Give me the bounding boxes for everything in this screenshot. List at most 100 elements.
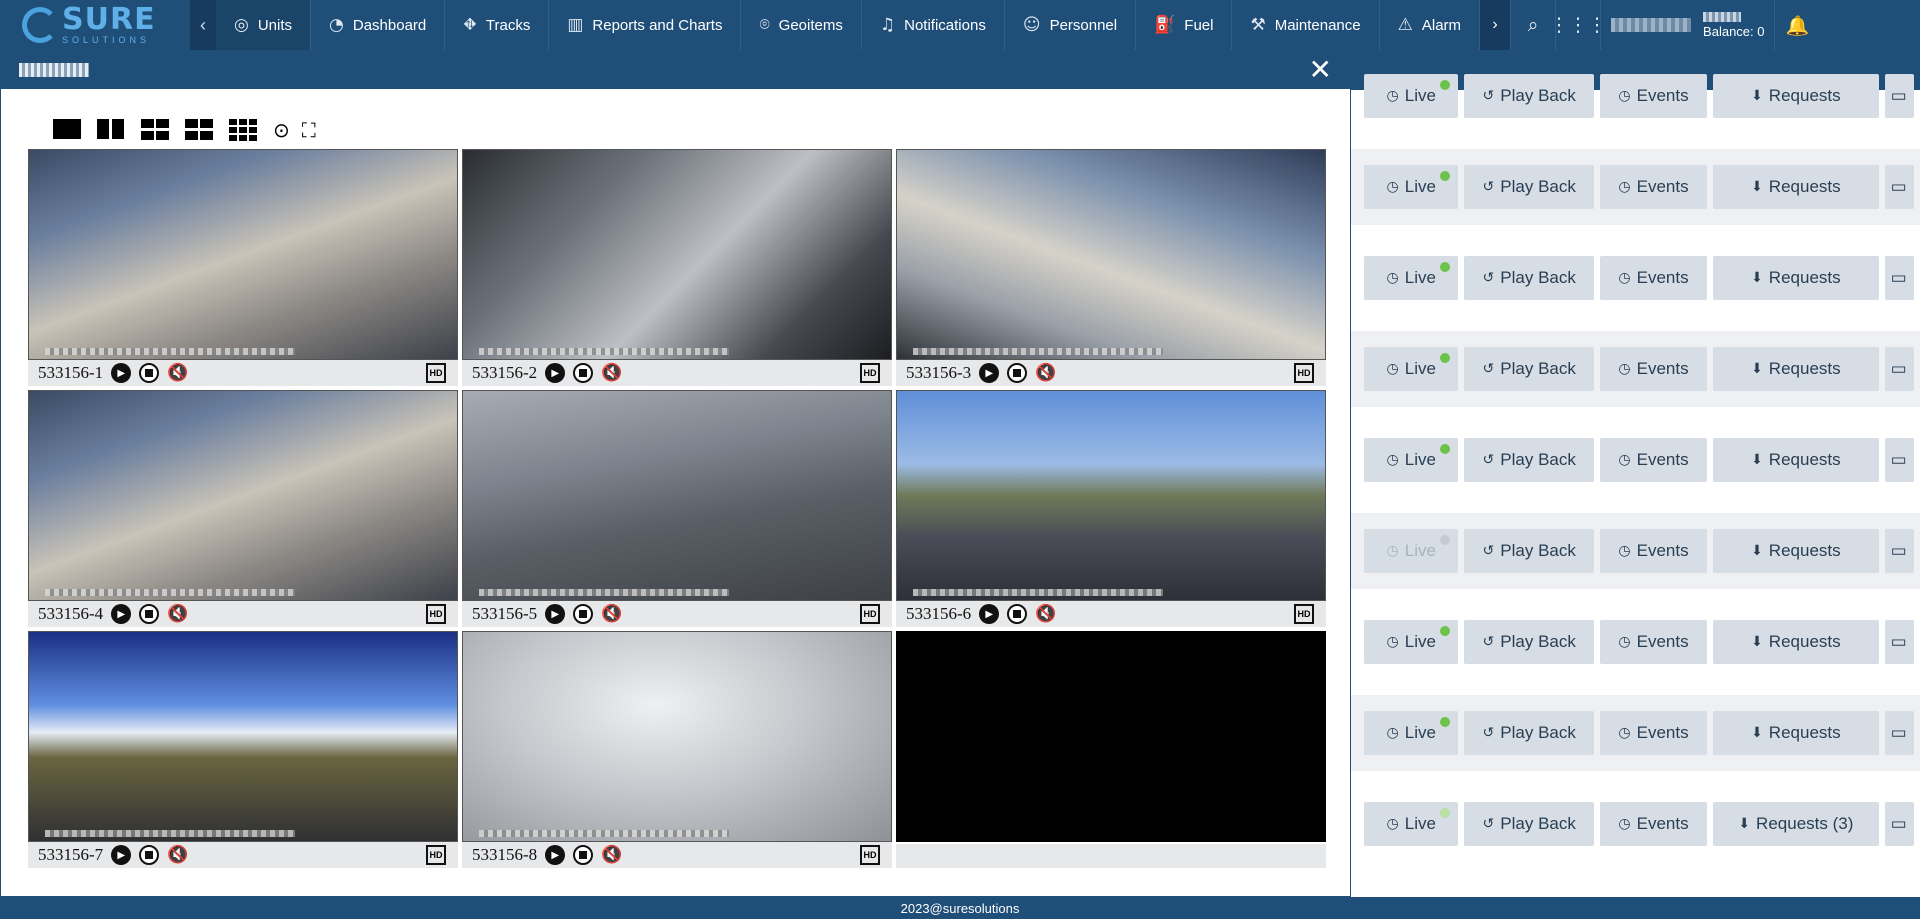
playback-button[interactable]: ↺ Play Back	[1464, 256, 1594, 300]
playback-button[interactable]: ↺ Play Back	[1464, 347, 1594, 391]
search-button[interactable]: ⌕	[1510, 0, 1555, 50]
stop-icon[interactable]	[139, 604, 160, 624]
requests-button[interactable]: ⬇ Requests	[1713, 438, 1879, 482]
nav-item-dashboard[interactable]: ◔ Dashboard	[311, 0, 446, 50]
events-button[interactable]: ◷ Events	[1599, 802, 1708, 846]
camera-video[interactable]	[462, 631, 892, 842]
live-button[interactable]: ◷ Live	[1364, 74, 1459, 118]
more-button[interactable]: ▭	[1884, 711, 1914, 755]
camera-video[interactable]	[896, 390, 1326, 601]
more-button[interactable]: ▭	[1884, 620, 1914, 664]
live-button[interactable]: ◷ Live	[1364, 711, 1459, 755]
stop-icon[interactable]	[1007, 604, 1028, 624]
account-info[interactable]: Balance: 0	[1600, 0, 1774, 50]
mute-icon[interactable]: 🔇	[1035, 604, 1056, 624]
play-icon[interactable]: ▶	[979, 604, 1000, 624]
live-button[interactable]: ◷ Live	[1364, 165, 1459, 209]
requests-button[interactable]: ⬇ Requests	[1713, 347, 1879, 391]
requests-button[interactable]: ⬇ Requests	[1713, 74, 1879, 118]
playback-button[interactable]: ↺ Play Back	[1464, 438, 1594, 482]
stop-icon[interactable]	[139, 845, 160, 865]
requests-button[interactable]: ⬇ Requests	[1713, 165, 1879, 209]
logo[interactable]: SURE SOLUTIONS	[0, 0, 190, 50]
playback-button[interactable]: ↺ Play Back	[1464, 711, 1594, 755]
mute-icon[interactable]: 🔇	[601, 604, 622, 624]
layout-2-button[interactable]	[97, 119, 127, 141]
play-icon[interactable]: ▶	[111, 845, 132, 865]
layout-4-button[interactable]	[141, 119, 171, 141]
hd-toggle-icon[interactable]: HD	[1294, 604, 1314, 624]
more-button[interactable]: ▭	[1884, 74, 1914, 118]
nav-item-tracks[interactable]: ⛖ Tracks	[445, 0, 550, 50]
events-button[interactable]: ◷ Events	[1599, 256, 1708, 300]
nav-item-alarm[interactable]: ⚠ Alarm	[1380, 0, 1481, 50]
mute-icon[interactable]: 🔇	[167, 845, 188, 865]
mute-icon[interactable]: 🔇	[167, 363, 188, 383]
events-button[interactable]: ◷ Events	[1599, 620, 1708, 664]
play-icon[interactable]: ▶	[545, 604, 566, 624]
mute-icon[interactable]: 🔇	[1035, 363, 1056, 383]
camera-video[interactable]	[896, 149, 1326, 360]
nav-item-geoitems[interactable]: ⌾ Geoitems	[741, 0, 862, 50]
nav-item-units[interactable]: ◎ Units	[216, 0, 312, 50]
stop-icon[interactable]	[139, 363, 160, 383]
live-button[interactable]: ◷ Live	[1364, 438, 1459, 482]
nav-item-reports[interactable]: ▥ Reports and Charts	[549, 0, 742, 50]
hd-toggle-icon[interactable]: HD	[426, 363, 446, 383]
mute-icon[interactable]: 🔇	[601, 845, 622, 865]
stop-all-icon[interactable]: ⊙	[273, 118, 290, 142]
nav-scroll-right-button[interactable]: ›	[1480, 0, 1511, 50]
apps-button[interactable]: ⋮⋮⋮	[1550, 0, 1607, 50]
nav-item-personnel[interactable]: ☺ Personnel	[1005, 0, 1137, 50]
requests-button[interactable]: ⬇ Requests (3)	[1713, 802, 1879, 846]
live-button[interactable]: ◷ Live	[1364, 802, 1459, 846]
requests-button[interactable]: ⬇ Requests	[1713, 620, 1879, 664]
live-button[interactable]: ◷ Live	[1364, 529, 1459, 573]
hd-toggle-icon[interactable]: HD	[426, 845, 446, 865]
play-icon[interactable]: ▶	[979, 363, 1000, 383]
requests-button[interactable]: ⬇ Requests	[1713, 529, 1879, 573]
play-icon[interactable]: ▶	[545, 363, 566, 383]
mute-icon[interactable]: 🔇	[601, 363, 622, 383]
live-button[interactable]: ◷ Live	[1364, 347, 1459, 391]
playback-button[interactable]: ↺ Play Back	[1464, 802, 1594, 846]
stop-icon[interactable]	[573, 845, 594, 865]
camera-video[interactable]	[462, 149, 892, 360]
hd-toggle-icon[interactable]: HD	[860, 363, 880, 383]
layout-9-button[interactable]	[229, 119, 259, 141]
camera-video[interactable]	[28, 390, 458, 601]
close-icon[interactable]: ✕	[1309, 56, 1332, 84]
camera-video[interactable]	[462, 390, 892, 601]
nav-item-fuel[interactable]: ⛽ Fuel	[1136, 0, 1233, 50]
events-button[interactable]: ◷ Events	[1599, 438, 1708, 482]
fullscreen-icon[interactable]: ⛶	[302, 118, 316, 142]
playback-button[interactable]: ↺ Play Back	[1464, 620, 1594, 664]
layout-1-button[interactable]	[53, 119, 83, 141]
play-icon[interactable]: ▶	[111, 363, 132, 383]
hd-toggle-icon[interactable]: HD	[426, 604, 446, 624]
play-icon[interactable]: ▶	[545, 845, 566, 865]
more-button[interactable]: ▭	[1884, 347, 1914, 391]
live-button[interactable]: ◷ Live	[1364, 256, 1459, 300]
hd-toggle-icon[interactable]: HD	[860, 845, 880, 865]
layout-6-button[interactable]	[185, 119, 215, 141]
camera-video[interactable]	[28, 149, 458, 360]
stop-icon[interactable]	[573, 604, 594, 624]
events-button[interactable]: ◷ Events	[1599, 165, 1708, 209]
notifications-bell-button[interactable]: 🔔	[1774, 0, 1819, 50]
more-button[interactable]: ▭	[1884, 802, 1914, 846]
events-button[interactable]: ◷ Events	[1599, 711, 1708, 755]
more-button[interactable]: ▭	[1884, 438, 1914, 482]
hd-toggle-icon[interactable]: HD	[1294, 363, 1314, 383]
more-button[interactable]: ▭	[1884, 165, 1914, 209]
hd-toggle-icon[interactable]: HD	[860, 604, 880, 624]
nav-scroll-left-button[interactable]: ‹	[190, 0, 216, 50]
stop-icon[interactable]	[1007, 363, 1028, 383]
live-button[interactable]: ◷ Live	[1364, 620, 1459, 664]
nav-item-maintenance[interactable]: ⚒ Maintenance	[1232, 0, 1380, 50]
more-button[interactable]: ▭	[1884, 529, 1914, 573]
events-button[interactable]: ◷ Events	[1599, 347, 1708, 391]
playback-button[interactable]: ↺ Play Back	[1464, 529, 1594, 573]
stop-icon[interactable]	[573, 363, 594, 383]
play-icon[interactable]: ▶	[111, 604, 132, 624]
